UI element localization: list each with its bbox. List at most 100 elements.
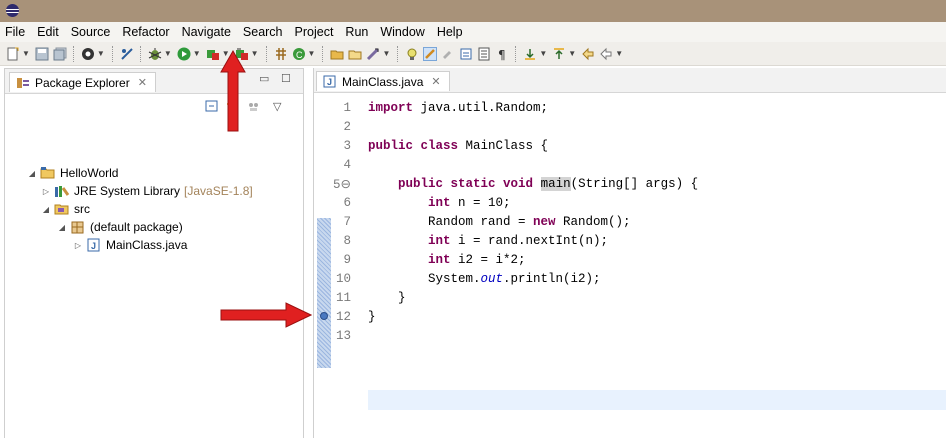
skip-breakpoints-icon[interactable]	[120, 47, 134, 61]
collapsed-arrow-icon[interactable]: ▷	[41, 187, 51, 196]
debug-dropdown-icon[interactable]: ▼	[164, 49, 172, 58]
search-icon[interactable]	[366, 47, 380, 61]
package-explorer-icon	[16, 77, 30, 89]
toolbar-separator	[322, 45, 324, 62]
editor-area: J MainClass.java ✕ 1 import java.util.Ran…	[313, 68, 946, 438]
collapsed-arrow-icon[interactable]: ▷	[73, 241, 83, 250]
line-number: 9	[343, 253, 351, 267]
up-arrow-annotation	[220, 50, 246, 132]
menu-refactor[interactable]: Refactor	[122, 25, 169, 39]
java-editor-icon[interactable]	[423, 46, 438, 61]
console-icon[interactable]	[81, 47, 95, 61]
jre-version-decoration: [JavaSE-1.8]	[184, 184, 253, 198]
menu-file[interactable]: File	[5, 25, 25, 39]
tree-item-jre[interactable]: ▷ JRE System Library [JavaSE-1.8]	[41, 182, 253, 200]
code-line: 10 System.out.println(i2);	[314, 269, 946, 289]
prev-annotation-dropdown-icon[interactable]: ▼	[568, 49, 576, 58]
package-icon	[70, 220, 86, 234]
project-name: HelloWorld	[60, 166, 119, 180]
annotation-icon[interactable]	[405, 47, 419, 61]
line-number: 7	[343, 215, 351, 229]
file-label: MainClass.java	[106, 238, 188, 252]
line-number: 10	[335, 272, 351, 286]
code-line: 6 int n = 10;	[314, 193, 946, 213]
toolbar-separator	[139, 45, 142, 62]
debug-icon[interactable]	[148, 47, 162, 61]
tab-package-explorer-label: Package Explorer	[35, 75, 130, 90]
code-text: public static void main(String[] args) {	[398, 177, 699, 191]
toggle-icon[interactable]	[459, 47, 473, 61]
maximize-icon[interactable]: ☐	[281, 72, 291, 85]
minimize-icon[interactable]: ▭	[259, 72, 269, 85]
close-icon[interactable]: ✕	[138, 76, 147, 89]
open-type-icon[interactable]	[330, 47, 344, 61]
line-number: 1	[343, 101, 351, 115]
coverage-icon[interactable]	[206, 47, 220, 61]
search-dropdown-icon[interactable]: ▼	[382, 49, 390, 58]
tree-item-helloworld[interactable]: ◢ HelloWorld	[27, 164, 119, 182]
tab-mainclass-java[interactable]: J MainClass.java ✕	[316, 71, 450, 91]
code-line: 3 public class MainClass {	[314, 136, 946, 156]
line-number: 8	[343, 234, 351, 248]
focus-icon[interactable]	[246, 99, 260, 116]
code-text: import java.util.Random;	[368, 101, 549, 115]
save-all-icon[interactable]	[53, 47, 67, 61]
run-dropdown-icon[interactable]: ▼	[193, 49, 201, 58]
close-icon[interactable]: ✕	[431, 75, 440, 88]
new-class-icon[interactable]: C	[292, 47, 306, 61]
editor-tab-label: MainClass.java	[342, 74, 424, 89]
menu-run[interactable]: Run	[345, 25, 368, 39]
view-menu-icon[interactable]: ▽	[273, 100, 281, 113]
menu-source[interactable]: Source	[71, 25, 111, 39]
block-selection-icon[interactable]	[477, 47, 491, 61]
new-dropdown-icon[interactable]: ▼	[22, 49, 30, 58]
eclipse-icon[interactable]	[6, 4, 19, 17]
console-dropdown-icon[interactable]: ▼	[97, 49, 105, 58]
tab-package-explorer[interactable]: Package Explorer ✕	[9, 72, 156, 92]
code-text: int n = 10;	[428, 196, 511, 210]
new-java-project-icon[interactable]	[274, 47, 288, 61]
menu-window[interactable]: Window	[380, 25, 424, 39]
tree-item-mainclass[interactable]: ▷ J MainClass.java	[73, 236, 187, 254]
forward-icon[interactable]	[599, 47, 613, 61]
menu-search[interactable]: Search	[243, 25, 283, 39]
line-number: 5⊖	[333, 178, 351, 192]
svg-text:¶: ¶	[498, 48, 506, 61]
expanded-arrow-icon[interactable]: ◢	[41, 205, 51, 214]
toolbar-separator	[72, 45, 75, 62]
code-text: }	[368, 310, 376, 324]
toolbar-separator	[397, 45, 399, 62]
new-class-dropdown-icon[interactable]: ▼	[308, 49, 316, 58]
collapse-all-icon[interactable]	[205, 99, 219, 116]
breakpoint-icon[interactable]	[320, 312, 328, 320]
run-icon[interactable]	[177, 47, 191, 61]
menu-bar: File Edit Source Refactor Navigate Searc…	[0, 22, 946, 42]
new-icon[interactable]	[6, 47, 20, 61]
expanded-arrow-icon[interactable]: ◢	[27, 169, 37, 178]
external-tools-dropdown-icon[interactable]: ▼	[251, 49, 259, 58]
expanded-arrow-icon[interactable]: ◢	[57, 223, 67, 232]
tree-item-default-package[interactable]: ◢ (default package)	[57, 218, 183, 236]
save-icon[interactable]	[35, 47, 49, 61]
prev-annotation-icon[interactable]	[552, 47, 566, 61]
highlight-icon[interactable]	[441, 47, 455, 61]
forward-dropdown-icon[interactable]: ▼	[615, 49, 623, 58]
tree-item-src[interactable]: ◢ src	[41, 200, 90, 218]
next-annotation-icon[interactable]	[523, 47, 537, 61]
show-whitespace-icon[interactable]: ¶	[495, 47, 509, 62]
back-icon[interactable]	[581, 47, 595, 61]
package-explorer-view: Package Explorer ✕ ▭ ☐ ▽ ◢ HelloWorld ▷ …	[4, 68, 304, 438]
src-label: src	[74, 202, 90, 216]
next-annotation-dropdown-icon[interactable]: ▼	[539, 49, 547, 58]
menu-help[interactable]: Help	[437, 25, 463, 39]
title-bar	[0, 0, 946, 22]
open-task-icon[interactable]	[348, 47, 362, 61]
line-number: 13	[335, 329, 351, 343]
jre-label: JRE System Library	[74, 184, 181, 198]
menu-navigate[interactable]: Navigate	[182, 25, 231, 39]
code-text: public class MainClass {	[368, 139, 549, 153]
menu-project[interactable]: Project	[295, 25, 334, 39]
current-line-highlight	[368, 390, 946, 410]
toolbar: ▼ ▼ ▼ ▼ ▼ ▼ C ▼ ▼ ¶ ▼ ▼ ▼	[0, 42, 946, 66]
menu-edit[interactable]: Edit	[37, 25, 59, 39]
